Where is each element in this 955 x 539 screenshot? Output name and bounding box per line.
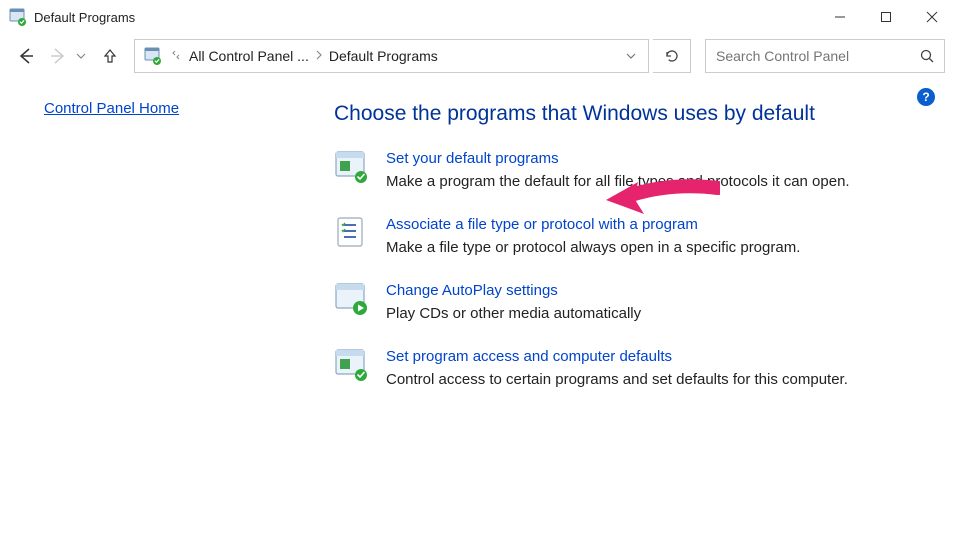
option-change-autoplay: Change AutoPlay settings Play CDs or oth…	[334, 282, 935, 324]
program-access-defaults-desc: Control access to certain programs and s…	[386, 369, 848, 390]
close-button[interactable]	[909, 2, 955, 32]
default-programs-icon	[334, 150, 368, 184]
window-controls	[817, 2, 955, 32]
associate-file-type-link[interactable]: Associate a file type or protocol with a…	[386, 216, 698, 233]
breadcrumb-prefix-chevron[interactable]	[167, 49, 187, 64]
maximize-button[interactable]	[863, 2, 909, 32]
address-dropdown-chevron[interactable]	[618, 40, 644, 72]
option-program-access-defaults: Set program access and computer defaults…	[334, 348, 935, 390]
title-bar: Default Programs	[0, 0, 955, 34]
up-button[interactable]	[96, 40, 124, 72]
option-set-default-programs: Set your default programs Make a program…	[334, 150, 935, 192]
set-default-programs-desc: Make a program the default for all file …	[386, 171, 850, 192]
option-associate-file-type: Associate a file type or protocol with a…	[334, 216, 935, 258]
window-title: Default Programs	[34, 10, 135, 25]
body: Control Panel Home Choose the programs t…	[0, 78, 955, 539]
set-default-programs-link[interactable]: Set your default programs	[386, 150, 559, 167]
search-input[interactable]	[714, 47, 918, 65]
associate-file-type-icon	[334, 216, 368, 250]
program-access-defaults-link[interactable]: Set program access and computer defaults	[386, 348, 672, 365]
recent-locations-chevron[interactable]	[76, 48, 92, 64]
breadcrumb-separator-icon	[311, 50, 327, 63]
breadcrumb-item-default-programs[interactable]: Default Programs	[327, 46, 440, 66]
breadcrumb-item-all-control-panel[interactable]: All Control Panel ...	[187, 46, 311, 66]
autoplay-icon	[334, 282, 368, 316]
change-autoplay-desc: Play CDs or other media automatically	[386, 303, 641, 324]
window-icon	[8, 8, 26, 26]
minimize-button[interactable]	[817, 2, 863, 32]
toolbar: All Control Panel ... Default Programs	[0, 34, 955, 78]
search-icon[interactable]	[918, 48, 936, 64]
search-box[interactable]	[705, 39, 945, 73]
control-panel-home-link[interactable]: Control Panel Home	[44, 100, 179, 117]
page-heading: Choose the programs that Windows uses by…	[334, 102, 935, 126]
change-autoplay-link[interactable]: Change AutoPlay settings	[386, 282, 558, 299]
associate-file-type-desc: Make a file type or protocol always open…	[386, 237, 800, 258]
address-icon	[143, 47, 161, 65]
refresh-button[interactable]	[653, 39, 691, 73]
program-access-icon	[334, 348, 368, 382]
back-button[interactable]	[12, 40, 40, 72]
sidebar: Control Panel Home	[0, 78, 320, 539]
forward-button[interactable]	[44, 40, 72, 72]
address-bar[interactable]: All Control Panel ... Default Programs	[134, 39, 649, 73]
main-content: Choose the programs that Windows uses by…	[320, 78, 955, 539]
